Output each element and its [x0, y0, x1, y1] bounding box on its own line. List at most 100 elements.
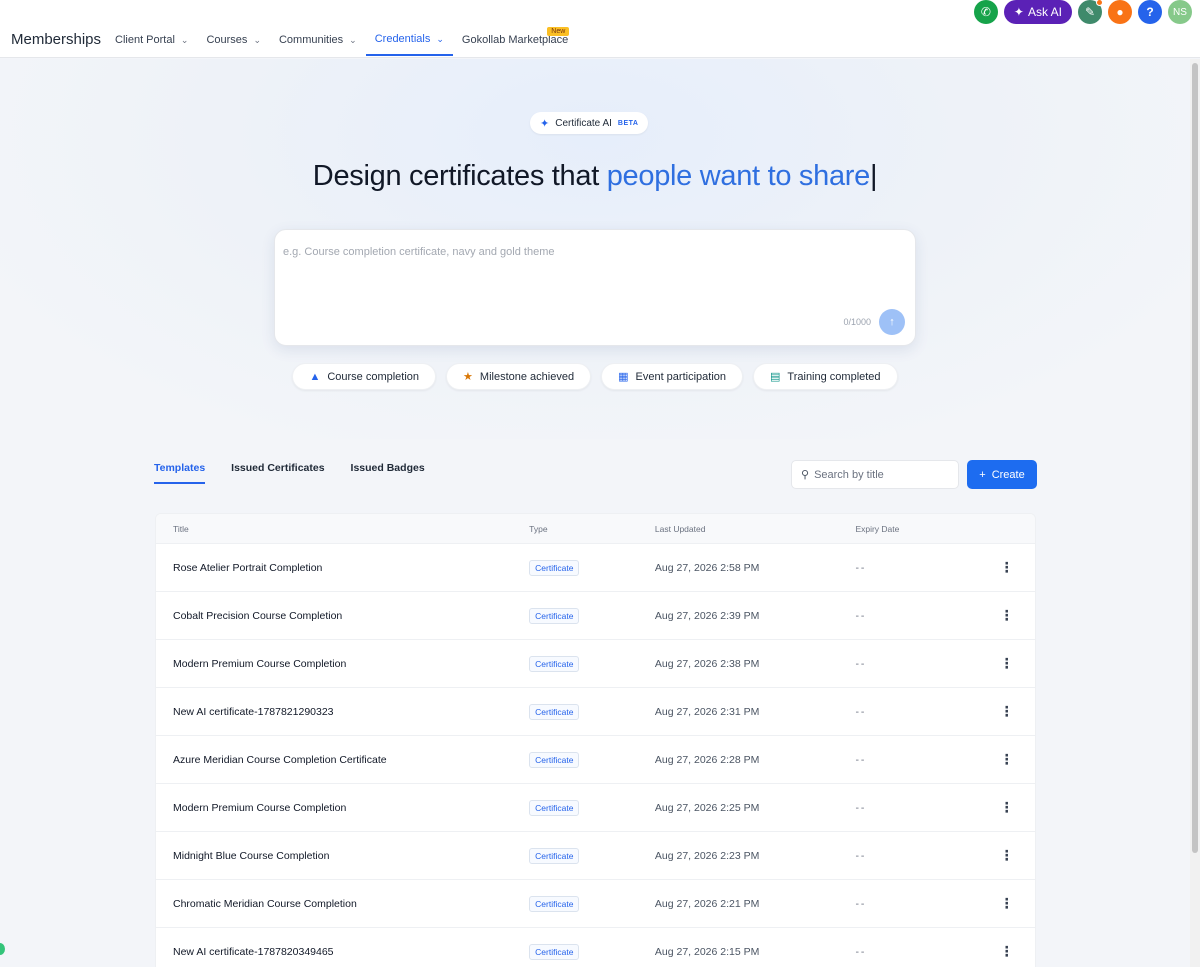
certificate-ai-pill: ✦ Certificate AI BETA	[530, 112, 649, 134]
type-badge: Certificate	[529, 847, 580, 864]
phone-button[interactable]: ✆	[973, 0, 998, 24]
more-options-icon[interactable]: ⋮	[978, 607, 1035, 624]
avatar[interactable]: NS	[1168, 0, 1192, 24]
row-title: Midnight Blue Course Completion	[173, 849, 330, 862]
phone-icon: ✆	[980, 5, 991, 19]
nav-item-marketplace[interactable]: Gokollab Marketplace New	[453, 24, 577, 56]
row-updated: Aug 27, 2026 2:23 PM	[654, 849, 760, 862]
chip-course-completion[interactable]: ▲ Course completion	[292, 363, 437, 390]
table-row[interactable]: New AI certificate-1787821290323 Certifi…	[156, 688, 1035, 736]
table-row[interactable]: New AI certificate-1787820349465 Certifi…	[156, 928, 1035, 967]
announcements-button[interactable]: ✎	[1078, 0, 1103, 24]
column-header-type[interactable]: Type	[512, 524, 638, 534]
table-row[interactable]: Modern Premium Course Completion Certifi…	[156, 640, 1035, 688]
chip-label: Training completed	[787, 370, 881, 383]
row-updated: Aug 27, 2026 2:21 PM	[654, 897, 760, 910]
plus-icon: +	[979, 468, 986, 481]
chevron-down-icon: ⌄	[180, 34, 189, 45]
tab-templates[interactable]: Templates	[154, 462, 206, 484]
nav-item-communities[interactable]: Communities ⌄	[270, 24, 366, 56]
type-badge: Certificate	[529, 751, 580, 768]
column-header-last-updated[interactable]: Last Updated	[638, 524, 839, 534]
status-dot	[0, 943, 5, 955]
row-title: New AI certificate-1787821290323	[173, 705, 334, 718]
prompt-box: 0/1000 ↑	[274, 229, 916, 346]
nav-item-courses[interactable]: Courses ⌄	[197, 24, 270, 56]
more-options-icon[interactable]: ⋮	[978, 703, 1035, 720]
table-row[interactable]: Rose Atelier Portrait Completion Certifi…	[156, 544, 1035, 592]
trophy-icon: ★	[463, 371, 473, 383]
row-updated: Aug 27, 2026 2:58 PM	[654, 561, 760, 574]
chip-training-completed[interactable]: ▤ Training completed	[753, 363, 898, 390]
help-icon: ?	[1146, 5, 1154, 19]
type-badge: Certificate	[529, 943, 580, 960]
row-expiry: --	[855, 705, 867, 718]
chevron-down-icon: ⌄	[436, 33, 444, 44]
scrollbar-thumb[interactable]	[1192, 63, 1198, 853]
type-badge: Certificate	[529, 655, 580, 672]
type-badge: Certificate	[529, 559, 580, 576]
tab-issued-badges[interactable]: Issued Badges	[351, 462, 425, 484]
row-expiry: --	[855, 849, 867, 862]
more-options-icon[interactable]: ⋮	[978, 655, 1035, 672]
create-button[interactable]: + Create	[967, 460, 1037, 489]
calendar-icon: ▦	[618, 371, 629, 383]
nav-item-label: Communities	[278, 34, 344, 46]
chip-label: Event participation	[635, 370, 727, 383]
notifications-button[interactable]: ●	[1108, 0, 1132, 24]
row-updated: Aug 27, 2026 2:38 PM	[654, 657, 760, 670]
row-expiry: --	[855, 657, 867, 670]
avatar-initials: NS	[1173, 6, 1187, 18]
help-button[interactable]: ?	[1138, 0, 1162, 24]
type-badge: Certificate	[529, 703, 580, 720]
typing-cursor: |	[869, 160, 878, 192]
more-options-icon[interactable]: ⋮	[978, 799, 1035, 816]
app-title: Memberships	[11, 31, 102, 48]
row-expiry: --	[855, 897, 867, 910]
search-input[interactable]	[814, 468, 945, 481]
table-row[interactable]: Midnight Blue Course Completion Certific…	[156, 832, 1035, 880]
tab-issued-certificates[interactable]: Issued Certificates	[231, 462, 324, 484]
type-badge: Certificate	[529, 895, 580, 912]
chip-milestone-achieved[interactable]: ★ Milestone achieved	[446, 363, 592, 390]
more-options-icon[interactable]: ⋮	[978, 559, 1035, 576]
row-expiry: --	[855, 801, 867, 814]
row-title: Azure Meridian Course Completion Certifi…	[173, 753, 387, 766]
chip-event-participation[interactable]: ▦ Event participation	[601, 363, 743, 390]
more-options-icon[interactable]: ⋮	[978, 895, 1035, 912]
bell-icon: ●	[1116, 5, 1124, 19]
ask-ai-label: Ask AI	[1027, 5, 1062, 19]
nav-item-label: Client Portal	[115, 34, 175, 46]
table-row[interactable]: Azure Meridian Course Completion Certifi…	[156, 736, 1035, 784]
nav-item-label: Courses	[206, 34, 248, 46]
search-box: ⚲	[791, 460, 959, 489]
column-header-expiry-date[interactable]: Expiry Date	[838, 524, 978, 534]
row-title: Cobalt Precision Course Completion	[173, 609, 343, 622]
search-icon: ⚲	[801, 469, 810, 481]
column-header-title[interactable]: Title	[156, 524, 512, 534]
row-updated: Aug 27, 2026 2:25 PM	[654, 801, 760, 814]
content-tabs: Templates Issued Certificates Issued Bad…	[154, 462, 425, 484]
chip-label: Course completion	[327, 370, 420, 383]
megaphone-icon: ✎	[1084, 5, 1096, 19]
more-options-icon[interactable]: ⋮	[978, 943, 1035, 960]
prompt-input[interactable]	[283, 246, 883, 258]
type-badge: Certificate	[529, 607, 580, 624]
chevron-down-icon: ⌄	[253, 34, 261, 45]
row-expiry: --	[855, 561, 867, 574]
hero-title-plain: Design certificates that	[312, 160, 607, 192]
nav-item-credentials[interactable]: Credentials ⌄	[365, 24, 453, 56]
hero-title: Design certificates that people want to …	[0, 160, 1190, 193]
nav-item-client-portal[interactable]: Client Portal ⌄	[106, 24, 197, 56]
table-row[interactable]: Chromatic Meridian Course Completion Cer…	[156, 880, 1035, 928]
page-scrollbar[interactable]	[1190, 59, 1200, 967]
table-row[interactable]: Modern Premium Course Completion Certifi…	[156, 784, 1035, 832]
more-options-icon[interactable]: ⋮	[978, 751, 1035, 768]
beta-badge: BETA	[617, 119, 639, 127]
submit-prompt-button[interactable]: ↑	[879, 309, 905, 335]
row-title: New AI certificate-1787820349465	[173, 945, 334, 958]
table-row[interactable]: Cobalt Precision Course Completion Certi…	[156, 592, 1035, 640]
more-options-icon[interactable]: ⋮	[978, 847, 1035, 864]
row-updated: Aug 27, 2026 2:39 PM	[654, 609, 760, 622]
ask-ai-button[interactable]: ✦ Ask AI	[1003, 0, 1072, 24]
